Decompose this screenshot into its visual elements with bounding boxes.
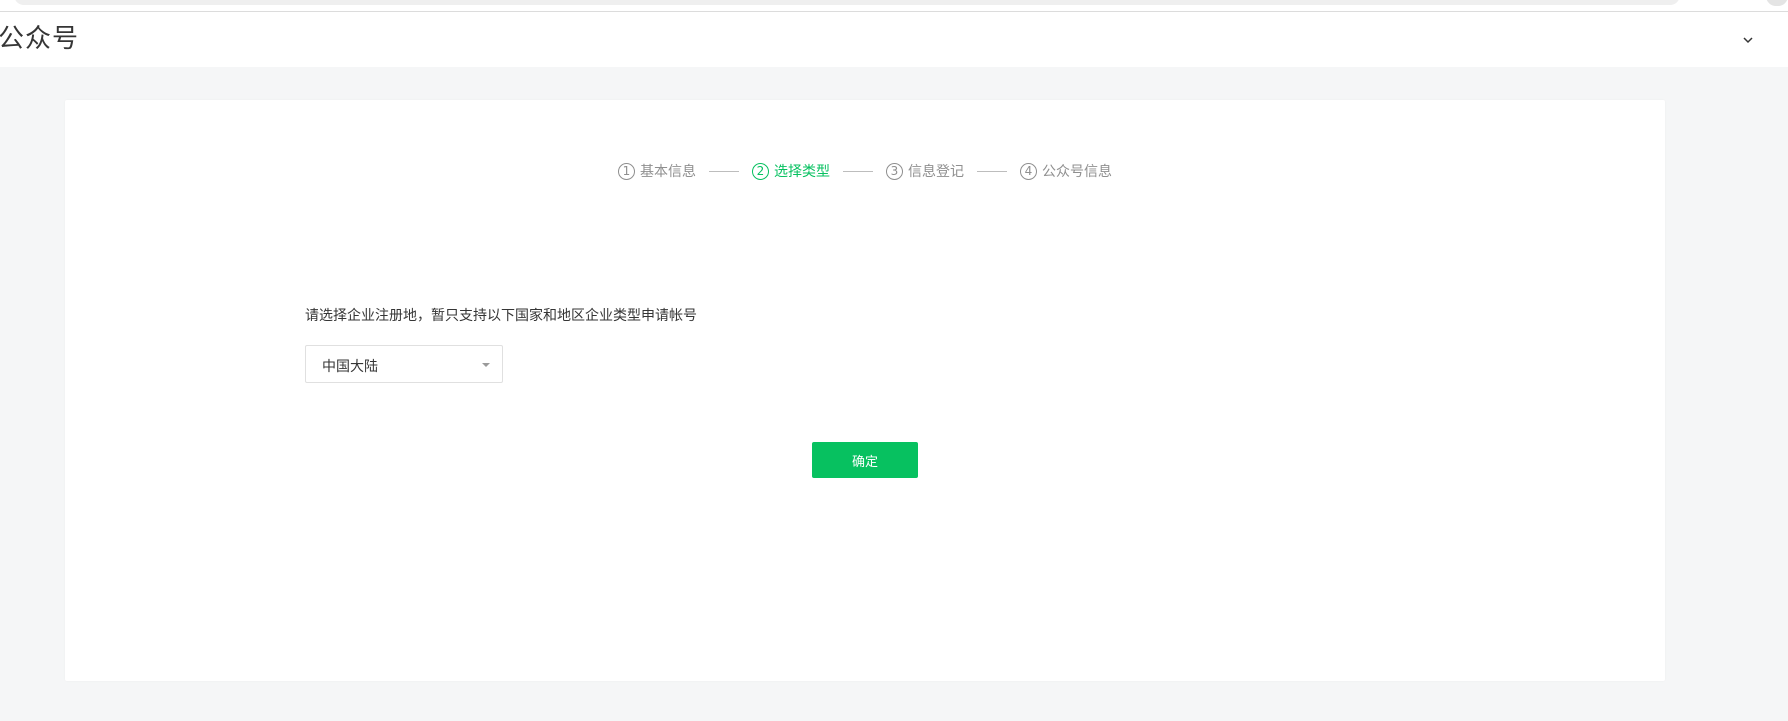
step-info-registration: 3 信息登记: [886, 161, 964, 181]
profile-avatar[interactable]: [1766, 0, 1788, 6]
confirm-button[interactable]: 确定: [812, 442, 918, 478]
region-select[interactable]: 中国大陆: [305, 345, 503, 383]
step-label: 信息登记: [908, 164, 964, 180]
step-label: 基本信息: [640, 164, 696, 180]
step-divider: [843, 170, 873, 172]
step-indicator: 1 基本信息 2 选择类型 3 信息登记 4 公众号信息: [65, 160, 1665, 182]
chevron-down-icon[interactable]: [1740, 32, 1756, 48]
step-number-badge: 4: [1020, 162, 1037, 180]
main-card: 1 基本信息 2 选择类型 3 信息登记 4 公众号信息 请选择企业注册地，暂只…: [65, 100, 1665, 681]
step-number-badge: 1: [618, 162, 635, 180]
page-title: 公众号: [0, 24, 80, 54]
step-number-badge: 3: [886, 162, 903, 180]
step-basic-info: 1 基本信息: [618, 161, 696, 181]
step-select-type: 2 选择类型: [752, 161, 830, 181]
address-bar[interactable]: [14, 0, 1680, 5]
browser-chrome-strip: [0, 0, 1788, 12]
step-label: 公众号信息: [1042, 164, 1112, 180]
top-header: 公众号: [0, 12, 1788, 67]
step-label: 选择类型: [774, 164, 830, 180]
region-select-value: 中国大陆: [322, 359, 378, 375]
step-account-info: 4 公众号信息: [1020, 161, 1112, 181]
caret-down-icon: [482, 363, 490, 367]
step-divider: [977, 170, 1007, 172]
step-divider: [709, 170, 739, 172]
region-prompt: 请选择企业注册地，暂只支持以下国家和地区企业类型申请帐号: [305, 308, 697, 324]
step-number-badge: 2: [752, 162, 769, 180]
